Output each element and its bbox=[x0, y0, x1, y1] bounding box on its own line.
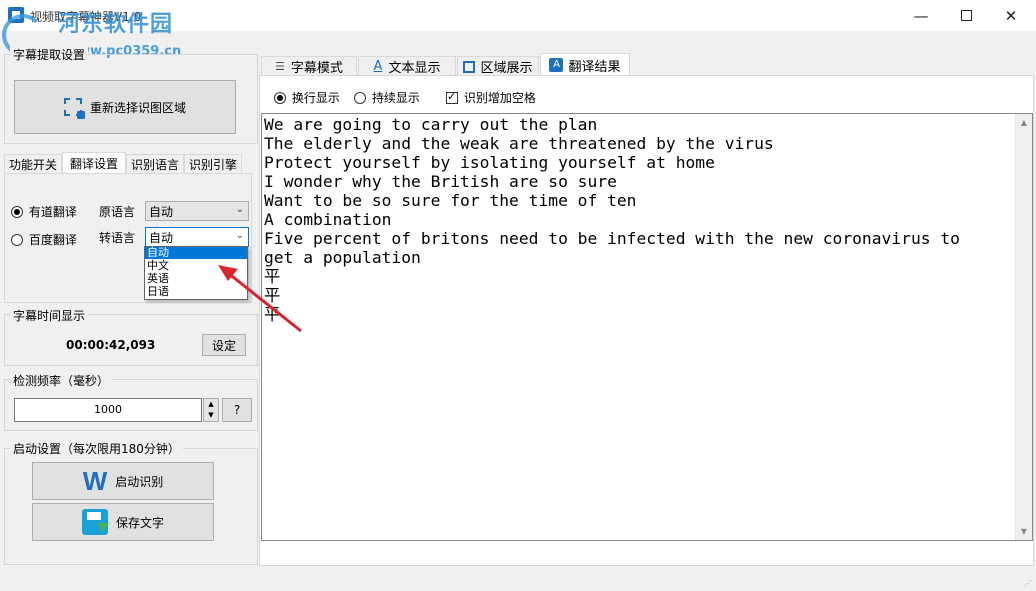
annotation-arrow-icon bbox=[218, 265, 302, 333]
resize-grip-icon[interactable]: ⋰ bbox=[1024, 579, 1034, 589]
